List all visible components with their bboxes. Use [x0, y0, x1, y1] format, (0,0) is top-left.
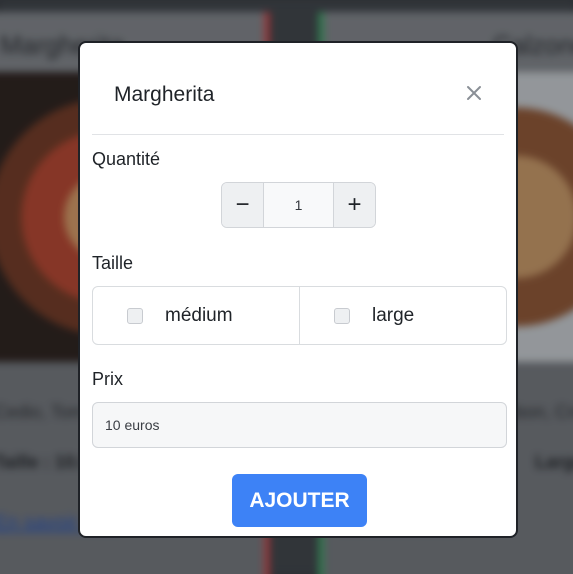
- increment-button[interactable]: +: [334, 183, 375, 227]
- add-to-cart-modal: Margherita Quantité − 1 + Taille médium …: [78, 41, 518, 538]
- size-option-large[interactable]: large: [299, 287, 506, 344]
- size-option-medium[interactable]: médium: [93, 287, 299, 344]
- size-checkbox-large[interactable]: [334, 307, 350, 324]
- close-icon: [467, 86, 481, 100]
- modal-header: Margherita: [92, 43, 504, 135]
- size-label: Taille: [92, 253, 134, 273]
- quantity-input[interactable]: 1: [263, 183, 334, 227]
- modal-title: Margherita: [114, 83, 215, 106]
- decrement-button[interactable]: −: [222, 183, 263, 227]
- add-button[interactable]: AJOUTER: [232, 474, 367, 527]
- size-option-label: large: [372, 304, 415, 326]
- size-option-group: médium large: [92, 286, 507, 345]
- size-checkbox-medium[interactable]: [127, 307, 143, 324]
- close-button[interactable]: [462, 81, 486, 105]
- price-field: 10 euros: [92, 402, 507, 448]
- price-label: Prix: [92, 369, 123, 389]
- quantity-stepper: − 1 +: [221, 182, 376, 228]
- size-option-label: médium: [165, 304, 233, 326]
- quantity-label: Quantité: [92, 149, 161, 169]
